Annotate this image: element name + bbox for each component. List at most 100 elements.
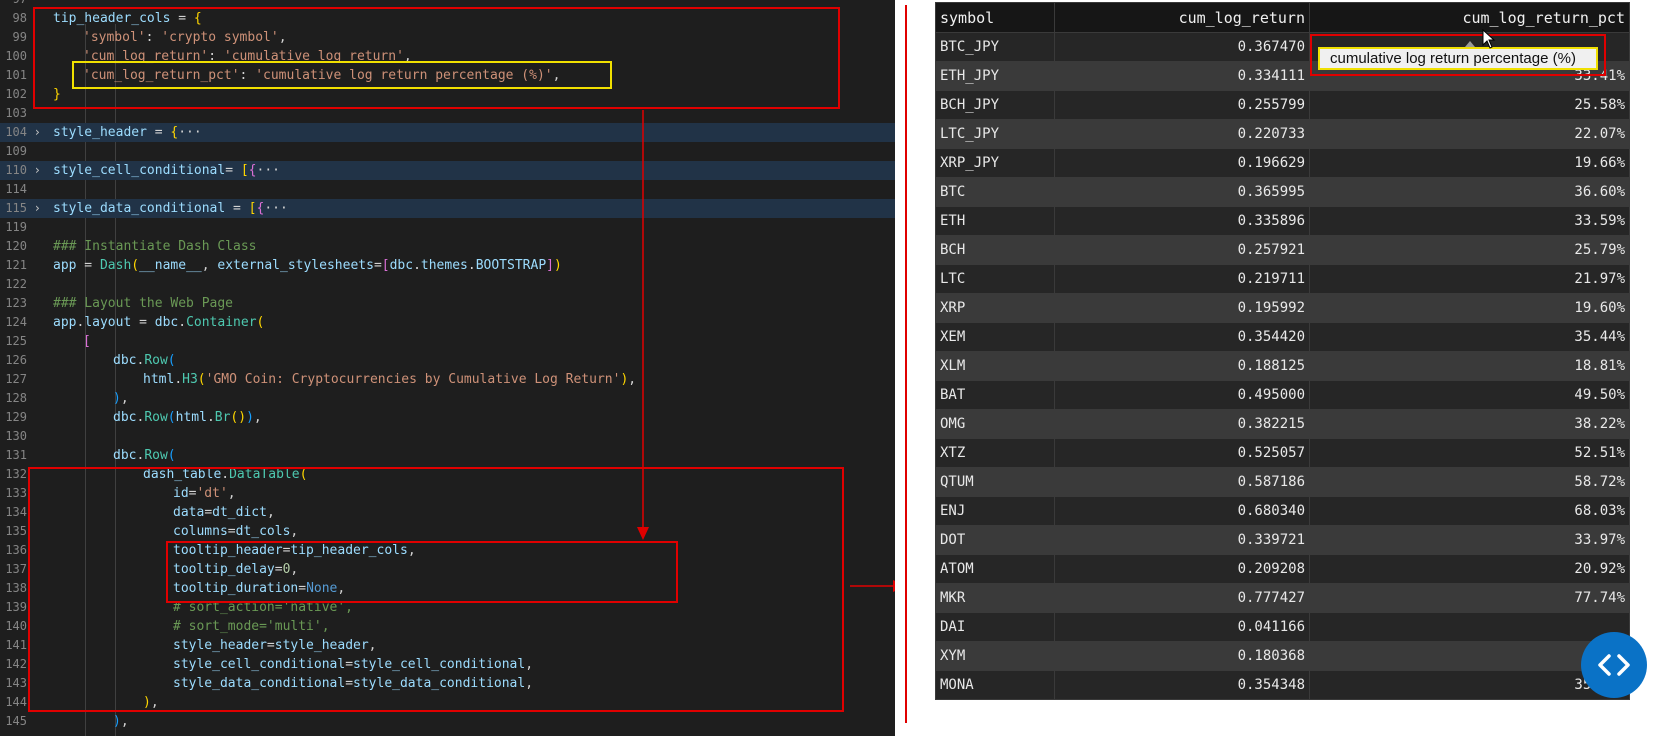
- cell-cum-log-return-pct[interactable]: 33.97%: [1309, 525, 1630, 555]
- table-panel: symbol cum_log_return cum_log_return_pct…: [895, 0, 1677, 736]
- cell-symbol[interactable]: LTC: [935, 264, 1055, 294]
- header-tooltip: cumulative log return percentage (%): [1318, 47, 1598, 70]
- cell-cum-log-return-pct[interactable]: 19.66%: [1309, 148, 1630, 178]
- cell-symbol[interactable]: XTZ: [935, 438, 1055, 468]
- code-brackets-icon: [1598, 654, 1630, 676]
- cell-symbol[interactable]: DAI: [935, 612, 1055, 642]
- cell-symbol[interactable]: XLM: [935, 351, 1055, 381]
- cell-cum-log-return[interactable]: 0.495000: [1054, 380, 1310, 410]
- cell-symbol[interactable]: OMG: [935, 409, 1055, 439]
- header-symbol[interactable]: symbol: [935, 2, 1055, 33]
- table-row[interactable]: ATOM 0.209208 20.92%: [935, 554, 1630, 584]
- table-row[interactable]: XRP_JPY 0.196629 19.66%: [935, 148, 1630, 178]
- cell-cum-log-return[interactable]: 0.354348: [1054, 670, 1310, 700]
- table-row[interactable]: BCH 0.257921 25.79%: [935, 235, 1630, 265]
- cell-cum-log-return[interactable]: 0.335896: [1054, 206, 1310, 236]
- cell-cum-log-return-pct[interactable]: 21.97%: [1309, 264, 1630, 294]
- cell-symbol[interactable]: MONA: [935, 670, 1055, 700]
- table-row[interactable]: XLM 0.188125 18.81%: [935, 351, 1630, 381]
- table-body: BTC_JPY 0.367470 ETH_JPY 0.334111 33.41% BCH_…: [935, 32, 1630, 700]
- code-view-button[interactable]: [1581, 632, 1647, 698]
- table-row[interactable]: XEM 0.354420 35.44%: [935, 322, 1630, 352]
- cell-symbol[interactable]: ETH_JPY: [935, 61, 1055, 91]
- cell-cum-log-return[interactable]: 0.382215: [1054, 409, 1310, 439]
- cell-symbol[interactable]: ENJ: [935, 496, 1055, 526]
- cell-cum-log-return[interactable]: 0.525057: [1054, 438, 1310, 468]
- cell-cum-log-return-pct[interactable]: 49.50%: [1309, 380, 1630, 410]
- cell-symbol[interactable]: ATOM: [935, 554, 1055, 584]
- table-row[interactable]: XRP 0.195992 19.60%: [935, 293, 1630, 323]
- cell-symbol[interactable]: XEM: [935, 322, 1055, 352]
- table-row[interactable]: XYM 0.180368: [935, 641, 1630, 671]
- cell-cum-log-return[interactable]: 0.354420: [1054, 322, 1310, 352]
- cell-cum-log-return[interactable]: 0.365995: [1054, 177, 1310, 207]
- cell-symbol[interactable]: BCH: [935, 235, 1055, 265]
- table-row[interactable]: XTZ 0.525057 52.51%: [935, 438, 1630, 468]
- cell-cum-log-return[interactable]: 0.220733: [1054, 119, 1310, 149]
- table-row[interactable]: BAT 0.495000 49.50%: [935, 380, 1630, 410]
- cell-cum-log-return-pct[interactable]: 77.74%: [1309, 583, 1630, 613]
- arrow-down-head: [637, 527, 649, 540]
- table-row[interactable]: MONA0.35434835.43%: [935, 670, 1630, 700]
- cell-symbol[interactable]: XRP: [935, 293, 1055, 323]
- mouse-cursor-icon: [1482, 29, 1496, 49]
- table-row[interactable]: DOT 0.339721 33.97%: [935, 525, 1630, 555]
- table-row[interactable]: QTUM 0.587186 58.72%: [935, 467, 1630, 497]
- cell-cum-log-return[interactable]: 0.777427: [1054, 583, 1310, 613]
- table-row[interactable]: LTC 0.219711 21.97%: [935, 264, 1630, 294]
- table-row[interactable]: ENJ 0.680340 68.03%: [935, 496, 1630, 526]
- table-row[interactable]: DAI 0.041166: [935, 612, 1630, 642]
- cell-cum-log-return[interactable]: 0.334111: [1054, 61, 1310, 91]
- cell-symbol[interactable]: LTC_JPY: [935, 119, 1055, 149]
- cell-cum-log-return-pct[interactable]: 38.22%: [1309, 409, 1630, 439]
- cell-cum-log-return-pct[interactable]: 19.60%: [1309, 293, 1630, 323]
- cell-cum-log-return[interactable]: 0.680340: [1054, 496, 1310, 526]
- table-row[interactable]: BTC 0.365995 36.60%: [935, 177, 1630, 207]
- cell-cum-log-return-pct[interactable]: 52.51%: [1309, 438, 1630, 468]
- cell-cum-log-return[interactable]: 0.339721: [1054, 525, 1310, 555]
- cell-cum-log-return-pct[interactable]: 35.44%: [1309, 322, 1630, 352]
- cell-cum-log-return-pct[interactable]: 20.92%: [1309, 554, 1630, 584]
- table-header-row: symbol cum_log_return cum_log_return_pct: [935, 2, 1630, 33]
- table-row[interactable]: ETH 0.335896 33.59%: [935, 206, 1630, 236]
- annotation-vertical-line: [905, 5, 907, 723]
- data-table: symbol cum_log_return cum_log_return_pct…: [935, 2, 1630, 700]
- cell-cum-log-return[interactable]: 0.196629: [1054, 148, 1310, 178]
- cell-cum-log-return-pct[interactable]: 25.58%: [1309, 90, 1630, 120]
- cell-cum-log-return-pct[interactable]: 36.60%: [1309, 177, 1630, 207]
- cell-cum-log-return[interactable]: 0.180368: [1054, 641, 1310, 671]
- cell-cum-log-return[interactable]: 0.209208: [1054, 554, 1310, 584]
- cell-cum-log-return[interactable]: 0.257921: [1054, 235, 1310, 265]
- cell-cum-log-return-pct[interactable]: 22.07%: [1309, 119, 1630, 149]
- header-cum-log-return-pct[interactable]: cum_log_return_pct: [1309, 2, 1630, 33]
- cell-cum-log-return[interactable]: 0.255799: [1054, 90, 1310, 120]
- cell-cum-log-return[interactable]: 0.195992: [1054, 293, 1310, 323]
- cell-symbol[interactable]: BAT: [935, 380, 1055, 410]
- cell-cum-log-return-pct[interactable]: 33.59%: [1309, 206, 1630, 236]
- cell-cum-log-return-pct[interactable]: [1309, 612, 1630, 642]
- cell-symbol[interactable]: BTC_JPY: [935, 32, 1055, 62]
- cell-symbol[interactable]: MKR: [935, 583, 1055, 613]
- cell-symbol[interactable]: XRP_JPY: [935, 148, 1055, 178]
- cell-cum-log-return-pct[interactable]: 58.72%: [1309, 467, 1630, 497]
- cell-symbol[interactable]: BTC: [935, 177, 1055, 207]
- cell-symbol[interactable]: BCH_JPY: [935, 90, 1055, 120]
- cell-cum-log-return-pct[interactable]: 25.79%: [1309, 235, 1630, 265]
- cell-cum-log-return[interactable]: 0.367470: [1054, 32, 1310, 62]
- cell-symbol[interactable]: ETH: [935, 206, 1055, 236]
- table-row[interactable]: LTC_JPY 0.220733 22.07%: [935, 119, 1630, 149]
- cell-cum-log-return[interactable]: 0.587186: [1054, 467, 1310, 497]
- cell-cum-log-return-pct[interactable]: 68.03%: [1309, 496, 1630, 526]
- header-cum-log-return[interactable]: cum_log_return: [1054, 2, 1310, 33]
- cell-cum-log-return[interactable]: 0.188125: [1054, 351, 1310, 381]
- table-row[interactable]: BCH_JPY 0.255799 25.58%: [935, 90, 1630, 120]
- cell-symbol[interactable]: XYM: [935, 641, 1055, 671]
- cell-symbol[interactable]: QTUM: [935, 467, 1055, 497]
- table-row[interactable]: MKR 0.777427 77.74%: [935, 583, 1630, 613]
- cell-cum-log-return-pct[interactable]: 35.43%: [1309, 670, 1630, 700]
- cell-cum-log-return-pct[interactable]: 18.81%: [1309, 351, 1630, 381]
- cell-cum-log-return[interactable]: 0.041166: [1054, 612, 1310, 642]
- table-row[interactable]: OMG 0.382215 38.22%: [935, 409, 1630, 439]
- cell-symbol[interactable]: DOT: [935, 525, 1055, 555]
- cell-cum-log-return[interactable]: 0.219711: [1054, 264, 1310, 294]
